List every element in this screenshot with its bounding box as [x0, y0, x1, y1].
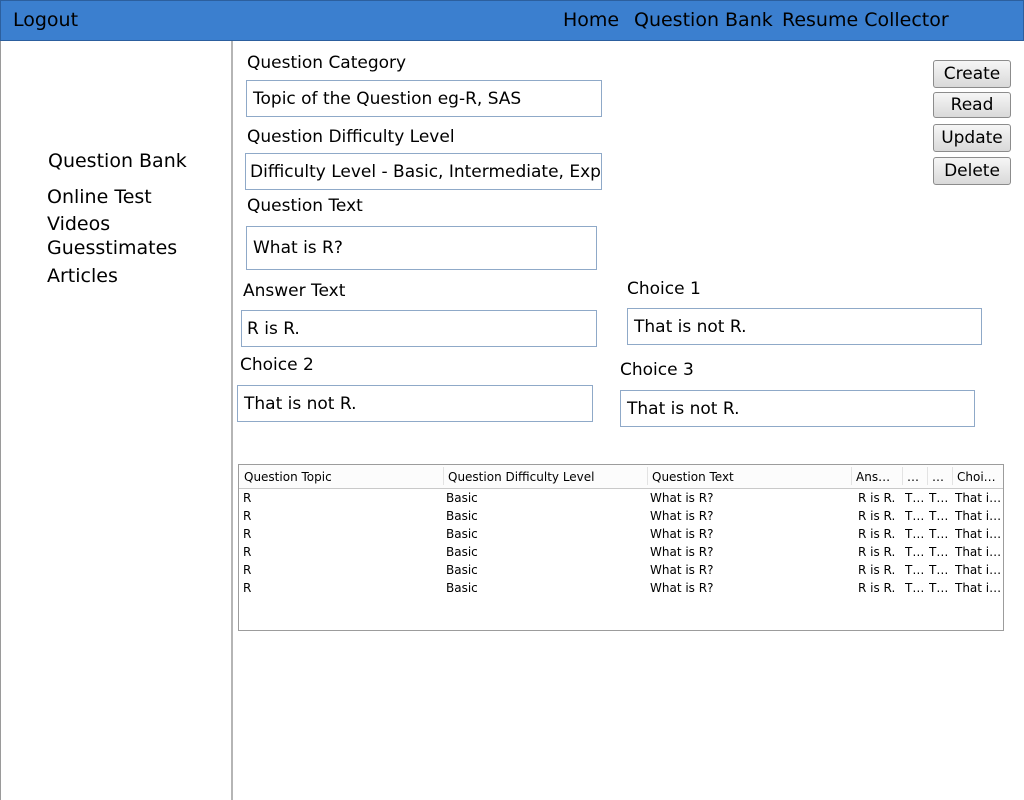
cell-question-text: What is R?: [650, 509, 714, 523]
cell-difficulty: Basic: [446, 509, 478, 523]
cell-topic: R: [243, 581, 252, 595]
column-divider[interactable]: [851, 467, 852, 485]
cell-answer: R is R.: [858, 563, 896, 577]
cell-difficulty: Basic: [446, 563, 478, 577]
cell-choice-2: T…: [929, 563, 949, 577]
table-row[interactable]: R Basic What is R? R is R. T… T… That i…: [239, 561, 1003, 579]
column-header-answer[interactable]: Ans…: [856, 470, 901, 484]
sidebar-item-articles[interactable]: Articles: [47, 265, 118, 287]
choice-2-label: Choice 2: [240, 355, 314, 375]
create-button[interactable]: Create: [933, 60, 1011, 88]
cell-choice-3: That i…: [955, 545, 1002, 559]
cell-choice-2: T…: [929, 545, 949, 559]
cell-answer: R is R.: [858, 581, 896, 595]
cell-choice-2: T…: [929, 491, 949, 505]
cell-answer: R is R.: [858, 491, 896, 505]
cell-answer: R is R.: [858, 545, 896, 559]
cell-choice-3: That i…: [955, 563, 1002, 577]
table-row[interactable]: R Basic What is R? R is R. T… T… That i…: [239, 507, 1003, 525]
cell-choice-3: That i…: [955, 491, 1002, 505]
column-header-choice-3[interactable]: Choi…: [957, 470, 1002, 484]
cell-difficulty: Basic: [446, 545, 478, 559]
column-divider[interactable]: [902, 467, 903, 485]
sidebar-item-videos[interactable]: Videos: [47, 213, 110, 235]
table-row[interactable]: R Basic What is R? R is R. T… T… That i…: [239, 525, 1003, 543]
cell-question-text: What is R?: [650, 545, 714, 559]
sidebar-item-guesstimates[interactable]: Guesstimates: [47, 237, 177, 259]
column-header-question-text[interactable]: Question Text: [652, 470, 847, 484]
cell-choice-2: T…: [929, 581, 949, 595]
answer-text-label: Answer Text: [243, 281, 346, 301]
cell-choice-1: T…: [905, 563, 925, 577]
nav-resume-collector-link[interactable]: Resume Collector: [782, 9, 949, 31]
cell-choice-1: T…: [905, 545, 925, 559]
table-header: Question Topic Question Difficulty Level…: [239, 465, 1003, 489]
cell-question-text: What is R?: [650, 581, 714, 595]
cell-answer: R is R.: [858, 509, 896, 523]
questions-table[interactable]: Question Topic Question Difficulty Level…: [238, 464, 1004, 631]
column-header-choice-2[interactable]: …: [932, 470, 952, 484]
cell-choice-1: T…: [905, 491, 925, 505]
column-divider[interactable]: [647, 467, 648, 485]
sidebar-item-online-test[interactable]: Online Test: [47, 186, 152, 208]
cell-choice-3: That i…: [955, 509, 1002, 523]
cell-difficulty: Basic: [446, 491, 478, 505]
cell-topic: R: [243, 563, 252, 577]
sidebar: Question Bank Online Test Videos Guessti…: [0, 41, 233, 800]
category-label: Question Category: [247, 53, 407, 73]
cell-choice-2: T…: [929, 509, 949, 523]
cell-question-text: What is R?: [650, 491, 714, 505]
nav-question-bank-link[interactable]: Question Bank: [634, 9, 773, 31]
choice-1-label: Choice 1: [627, 279, 701, 299]
cell-choice-3: That i…: [955, 581, 1002, 595]
logout-link[interactable]: Logout: [13, 9, 78, 31]
answer-text-field[interactable]: R is R.: [241, 310, 597, 347]
cell-choice-3: That i…: [955, 527, 1002, 541]
cell-difficulty: Basic: [446, 527, 478, 541]
column-divider[interactable]: [443, 467, 444, 485]
choice-2-field[interactable]: That is not R.: [237, 385, 593, 422]
table-row[interactable]: R Basic What is R? R is R. T… T… That i…: [239, 489, 1003, 507]
column-header-question-topic[interactable]: Question Topic: [244, 470, 439, 484]
column-divider[interactable]: [952, 467, 953, 485]
difficulty-field[interactable]: Difficulty Level - Basic, Intermediate, …: [245, 153, 602, 190]
cell-choice-1: T…: [905, 527, 925, 541]
delete-button[interactable]: Delete: [933, 157, 1011, 185]
column-header-choice-1[interactable]: …: [907, 470, 927, 484]
read-button[interactable]: Read: [933, 92, 1011, 118]
cell-question-text: What is R?: [650, 527, 714, 541]
cell-difficulty: Basic: [446, 581, 478, 595]
cell-choice-1: T…: [905, 581, 925, 595]
update-button[interactable]: Update: [933, 124, 1011, 152]
cell-question-text: What is R?: [650, 563, 714, 577]
question-text-field[interactable]: What is R?: [246, 226, 597, 270]
sidebar-item-question-bank[interactable]: Question Bank: [48, 150, 187, 172]
question-text-label: Question Text: [247, 196, 363, 216]
choice-3-label: Choice 3: [620, 360, 694, 380]
choice-1-field[interactable]: That is not R.: [627, 308, 982, 345]
table-row[interactable]: R Basic What is R? R is R. T… T… That i…: [239, 543, 1003, 561]
table-row[interactable]: R Basic What is R? R is R. T… T… That i…: [239, 579, 1003, 597]
top-nav-bar: Logout Home Question Bank Resume Collect…: [0, 0, 1024, 41]
cell-topic: R: [243, 527, 252, 541]
cell-answer: R is R.: [858, 527, 896, 541]
cell-choice-1: T…: [905, 509, 925, 523]
cell-topic: R: [243, 491, 252, 505]
cell-choice-2: T…: [929, 527, 949, 541]
column-header-difficulty[interactable]: Question Difficulty Level: [448, 470, 643, 484]
choice-3-field[interactable]: That is not R.: [620, 390, 975, 427]
nav-home-link[interactable]: Home: [563, 9, 619, 31]
column-divider[interactable]: [927, 467, 928, 485]
cell-topic: R: [243, 545, 252, 559]
category-field[interactable]: Topic of the Question eg-R, SAS: [246, 80, 602, 117]
difficulty-label: Question Difficulty Level: [247, 127, 455, 147]
cell-topic: R: [243, 509, 252, 523]
